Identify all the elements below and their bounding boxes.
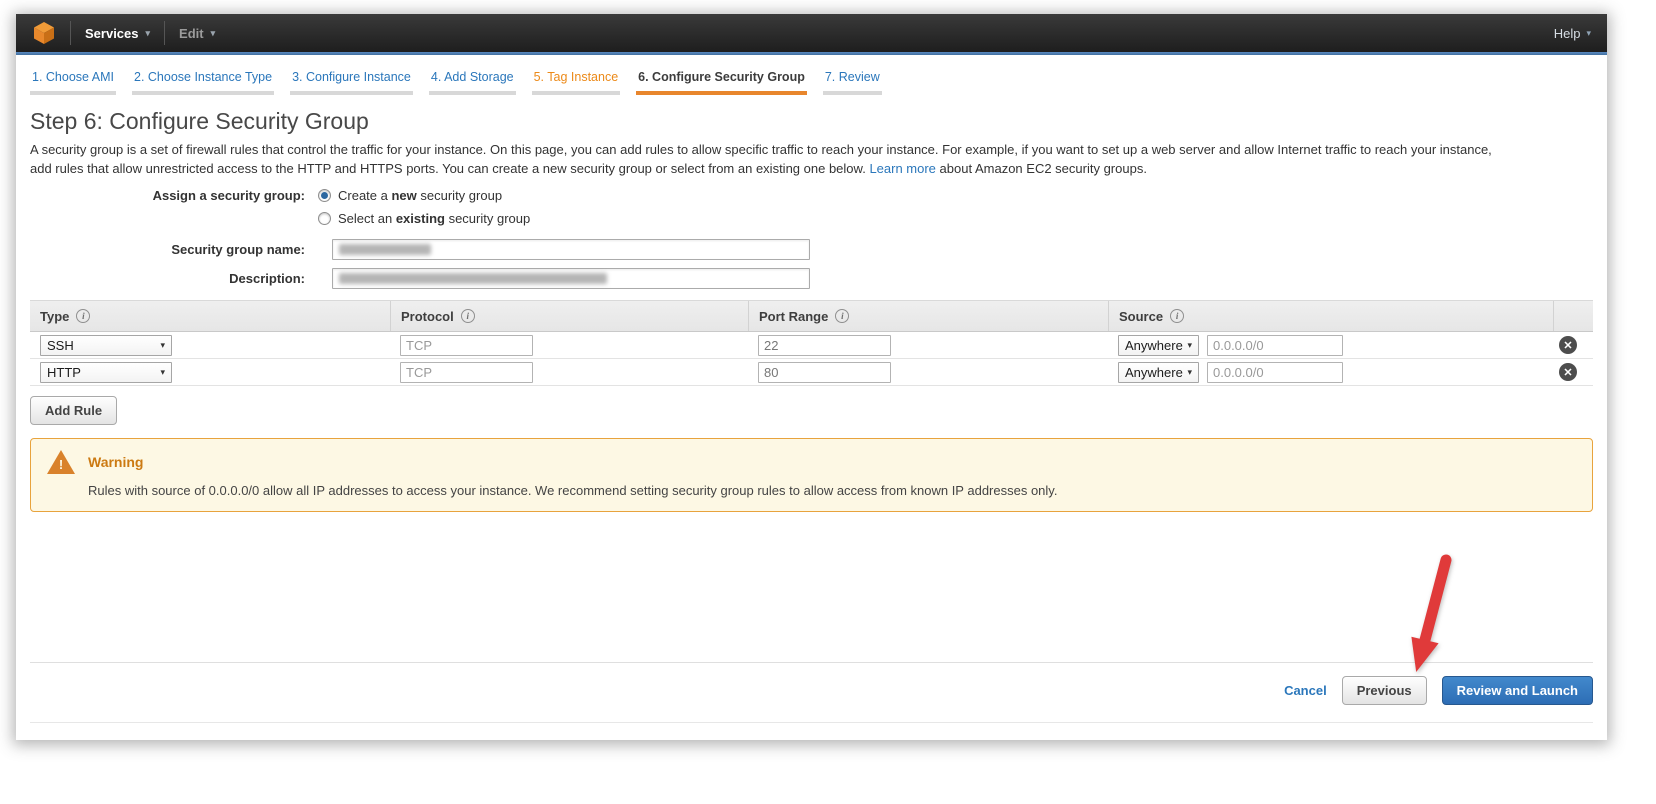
rule-type-select[interactable]: SSH ▾ xyxy=(40,335,172,356)
page-title: Step 6: Configure Security Group xyxy=(30,108,1593,135)
radio-select-existing-label: Select an existing security group xyxy=(338,211,530,226)
warning-triangle-icon: ! xyxy=(47,450,75,474)
column-header-type: Type i xyxy=(30,301,390,331)
tab-configure-instance[interactable]: 3. Configure Instance xyxy=(290,62,413,95)
security-group-name-label: Security group name: xyxy=(30,242,318,257)
nav-help-label: Help xyxy=(1554,26,1581,41)
nav-help-menu[interactable]: Help ▾ xyxy=(1554,26,1591,41)
rule-source-cidr-input[interactable] xyxy=(1207,335,1343,356)
redacted-value xyxy=(339,273,607,284)
previous-button[interactable]: Previous xyxy=(1342,676,1427,705)
tab-review[interactable]: 7. Review xyxy=(823,62,882,95)
nav-accent-strip xyxy=(16,52,1607,55)
aws-logo-icon[interactable] xyxy=(32,21,56,45)
nav-divider xyxy=(70,21,71,45)
delete-rule-icon[interactable]: ✕ xyxy=(1559,363,1577,381)
tab-choose-ami[interactable]: 1. Choose AMI xyxy=(30,62,116,95)
column-header-port-range: Port Range i xyxy=(748,301,1108,331)
chevron-down-icon: ▾ xyxy=(146,28,151,39)
rule-protocol-input[interactable] xyxy=(400,335,533,356)
bottom-divider xyxy=(30,722,1593,723)
warning-title: Warning xyxy=(88,454,143,470)
annotation-arrow xyxy=(1394,548,1466,680)
tab-tag-instance[interactable]: 5. Tag Instance xyxy=(532,62,621,95)
info-icon[interactable]: i xyxy=(1170,309,1184,323)
assign-security-group-label: Assign a security group: xyxy=(30,188,318,203)
rule-source-cidr-input[interactable] xyxy=(1207,362,1343,383)
nav-services-menu[interactable]: Services ▾ xyxy=(85,26,150,41)
chevron-down-icon: ▾ xyxy=(1187,340,1192,351)
tab-configure-security-group[interactable]: 6. Configure Security Group xyxy=(636,62,807,95)
console-window: Services ▾ Edit ▾ Help ▾ 1. Choose AMI 2… xyxy=(16,14,1607,740)
rule-port-input[interactable] xyxy=(758,362,891,383)
rule-row-ssh: SSH ▾ Anywhere ▾ ✕ xyxy=(30,332,1593,359)
nav-services-label: Services xyxy=(85,26,139,41)
chevron-down-icon: ▾ xyxy=(160,367,165,378)
chevron-down-icon: ▾ xyxy=(160,340,165,351)
top-nav: Services ▾ Edit ▾ Help ▾ xyxy=(16,14,1607,52)
radio-create-new-group[interactable] xyxy=(318,189,331,202)
learn-more-link[interactable]: Learn more xyxy=(869,161,935,176)
nav-edit-menu[interactable]: Edit ▾ xyxy=(179,26,215,41)
chevron-down-icon: ▾ xyxy=(1187,367,1192,378)
description-input[interactable] xyxy=(332,268,810,289)
security-group-name-input[interactable] xyxy=(332,239,810,260)
chevron-down-icon: ▾ xyxy=(211,28,216,39)
table-header-row: Type i Protocol i Port Range i Source i xyxy=(30,300,1593,332)
cancel-link[interactable]: Cancel xyxy=(1284,683,1327,698)
column-header-source: Source i xyxy=(1108,301,1553,331)
info-icon[interactable]: i xyxy=(461,309,475,323)
page-description: A security group is a set of firewall ru… xyxy=(30,140,1495,178)
description-text-after: about Amazon EC2 security groups. xyxy=(940,161,1147,176)
rule-type-select[interactable]: HTTP ▾ xyxy=(40,362,172,383)
rule-source-select[interactable]: Anywhere ▾ xyxy=(1118,362,1199,383)
footer-actions: Cancel Previous Review and Launch xyxy=(30,663,1593,705)
delete-rule-icon[interactable]: ✕ xyxy=(1559,336,1577,354)
wizard-steps: 1. Choose AMI 2. Choose Instance Type 3.… xyxy=(30,62,1593,95)
chevron-down-icon: ▾ xyxy=(1586,28,1591,39)
info-icon[interactable]: i xyxy=(76,309,90,323)
column-header-actions xyxy=(1553,301,1593,331)
security-group-form: Assign a security group: Create a new se… xyxy=(30,188,1593,289)
radio-select-existing-group[interactable] xyxy=(318,212,331,225)
rule-source-select[interactable]: Anywhere ▾ xyxy=(1118,335,1199,356)
rule-row-http: HTTP ▾ Anywhere ▾ ✕ xyxy=(30,359,1593,386)
info-icon[interactable]: i xyxy=(835,309,849,323)
nav-divider xyxy=(164,21,165,45)
tab-add-storage[interactable]: 4. Add Storage xyxy=(429,62,516,95)
warning-banner: ! Warning Rules with source of 0.0.0.0/0… xyxy=(30,438,1593,512)
column-header-protocol: Protocol i xyxy=(390,301,748,331)
review-and-launch-button[interactable]: Review and Launch xyxy=(1442,676,1593,705)
nav-edit-label: Edit xyxy=(179,26,204,41)
warning-text: Rules with source of 0.0.0.0/0 allow all… xyxy=(88,483,1576,498)
description-label: Description: xyxy=(30,271,318,286)
redacted-value xyxy=(339,244,431,255)
tab-choose-instance-type[interactable]: 2. Choose Instance Type xyxy=(132,62,274,95)
rule-protocol-input[interactable] xyxy=(400,362,533,383)
add-rule-button[interactable]: Add Rule xyxy=(30,396,117,425)
description-text: A security group is a set of firewall ru… xyxy=(30,142,1492,176)
security-rules-table: Type i Protocol i Port Range i Source i xyxy=(30,300,1593,386)
rule-port-input[interactable] xyxy=(758,335,891,356)
radio-create-new-label: Create a new security group xyxy=(338,188,502,203)
